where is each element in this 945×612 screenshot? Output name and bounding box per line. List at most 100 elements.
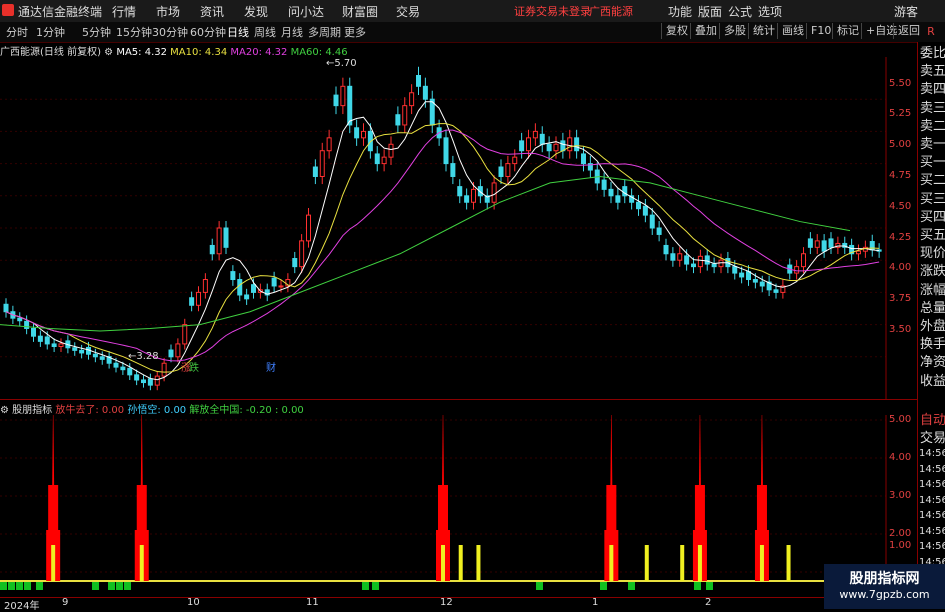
candle [794,266,800,274]
btn-duogu[interactable]: 多股 [719,23,750,39]
candle [168,349,174,358]
btn-biaoji[interactable]: 标记 [832,23,863,39]
candle [374,153,380,165]
green-block [0,582,7,590]
candle [512,156,518,165]
candle [821,240,827,252]
menu-zixun[interactable]: 资讯 [200,3,224,20]
menu-banmian[interactable]: 版面 [698,3,722,20]
trade-label[interactable]: 自动 [920,412,945,430]
menu-gongshi[interactable]: 公式 [728,3,752,20]
candle [326,137,332,152]
price-tick: 4.25 [889,232,912,243]
btn-f10[interactable]: F10 [806,23,835,39]
period-30min[interactable]: 30分钟 [152,24,188,40]
period-monthly[interactable]: 月线 [281,24,303,40]
period-15min[interactable]: 15分钟 [116,24,152,40]
badge-cai[interactable]: 财 [266,359,276,374]
btn-huaxian[interactable]: 画线 [777,23,808,39]
x-tick: 2024年 [4,601,40,612]
candle [58,343,64,347]
btn-fuquan[interactable]: 复权 [661,23,692,39]
quote-label: 买四 [920,209,945,225]
candle [697,255,703,268]
period-weekly[interactable]: 周线 [254,24,276,40]
main-legend: 广西能源(日线 前复权) ⚙ MA5: 4.32 MA10: 4.34 MA20… [0,43,348,58]
quote-label: 委比 [920,46,945,61]
watermark-title: 股朋指标网 [849,571,920,587]
r-icon[interactable]: R [917,22,945,42]
candle [505,163,511,177]
x-tick: 10 [187,597,200,608]
divider [0,399,917,400]
candle [216,227,222,255]
candle [711,263,717,268]
x-tick: 2 [705,597,712,608]
badge-die[interactable]: 跌 [189,359,199,374]
time-item: 14:56 [919,525,945,537]
period-multi[interactable]: 多周期 [308,24,341,40]
user-guest[interactable]: 游客 [894,3,918,20]
quote-label: 卖二 [920,118,945,134]
candle [526,137,531,152]
candle [704,255,710,265]
period-more[interactable]: 更多 [344,24,366,40]
candle [416,75,421,87]
candle [161,362,167,377]
price-tick: 5.25 [889,108,912,119]
price-tick: 3.50 [889,324,912,335]
candle [354,127,360,139]
period-5min[interactable]: 5分钟 [82,24,111,40]
quote-label: 换手 [920,337,945,353]
candle [37,335,43,342]
menu-hangqing[interactable]: 行情 [112,3,136,20]
candle [464,195,470,203]
quote-label: 卖五 [920,64,945,80]
price-chart[interactable] [0,57,917,399]
price-tick: 5.50 [889,78,912,89]
candle [739,272,745,278]
trade-label[interactable]: 交易 [920,430,945,448]
candle [189,297,195,306]
candle [361,130,366,139]
menu-shichang[interactable]: 市场 [156,3,180,20]
candle [333,94,339,107]
menu-caifuquan[interactable]: 财富圈 [342,3,378,20]
candle [202,279,208,293]
candle [450,163,456,177]
app-logo-icon [2,4,14,16]
period-fenshi[interactable]: 分时 [6,24,28,40]
yellow-bar [476,545,481,581]
sub-tick: 2.00 [889,528,912,539]
btn-diejia[interactable]: 叠加 [690,23,721,39]
yellow-bar [759,545,764,581]
green-block [24,582,31,590]
candle [759,281,765,287]
yellow-bar [441,545,445,581]
period-1min[interactable]: 1分钟 [36,24,65,40]
period-daily[interactable]: 日线 [227,24,249,40]
yellow-bar [139,545,144,581]
ma20-line [5,129,880,362]
candle [574,137,580,152]
menu-xuanxiang[interactable]: 选项 [758,3,782,20]
candle [196,291,201,306]
x-tick: 1 [592,597,599,608]
title-bar: 通达信金融终端 行情 市场 资讯 发现 问小达 财富圈 交易 证券交易未登录 广… [0,0,945,23]
period-60min[interactable]: 60分钟 [190,24,226,40]
menu-gongneng[interactable]: 功能 [668,3,692,20]
menu-jiaoyi[interactable]: 交易 [396,3,420,20]
quote-label: 涨跌 [920,264,945,280]
quote-label: 卖四 [920,82,945,98]
indicator-chart[interactable] [0,415,917,597]
candle [691,263,696,268]
login-notice[interactable]: 证券交易未登录 [514,3,591,19]
price-tick: 3.75 [889,293,912,304]
menu-faxian[interactable]: 发现 [244,3,268,20]
btn-tongji[interactable]: 统计 [748,23,779,39]
low-label: ←3.28 [128,351,159,362]
candle [3,303,9,313]
candle [141,379,146,384]
menu-wenxiaoda[interactable]: 问小达 [288,3,324,20]
candle [175,343,181,358]
